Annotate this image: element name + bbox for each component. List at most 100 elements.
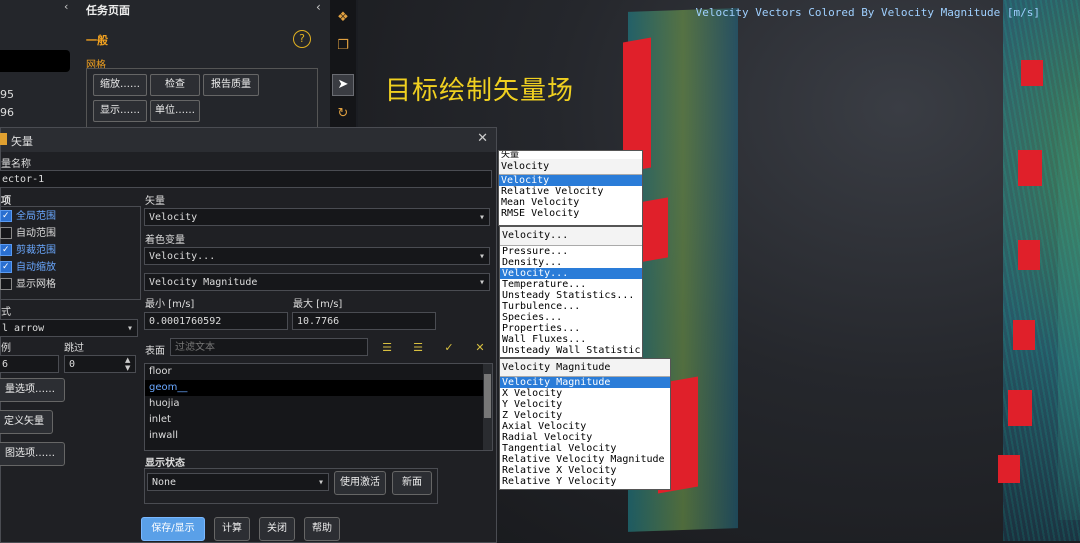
color_sub-option[interactable]: Y Velocity	[500, 399, 670, 410]
custom-vectors-button[interactable]: 定义矢量	[0, 410, 53, 434]
scale-label: 例	[1, 343, 11, 354]
red-vector-patch	[1018, 240, 1040, 270]
draw-mesh-checkbox[interactable]: 显示网格	[0, 277, 56, 293]
checkbox-icon	[0, 242, 12, 258]
vectors_of-option[interactable]: RMSE Velocity	[499, 208, 642, 219]
copy-icon[interactable]: ❐	[333, 36, 353, 56]
units-button[interactable]: 单位……	[150, 100, 200, 122]
help-button[interactable]: 帮助	[304, 517, 340, 541]
dropdown-current[interactable]: Velocity Magnitude	[500, 359, 670, 377]
display-button[interactable]: 显示……	[93, 100, 147, 122]
color_by-option[interactable]: Velocity...	[500, 268, 642, 279]
dialog-app-icon	[0, 133, 7, 145]
vectors_of-option[interactable]: Relative Velocity	[499, 186, 642, 197]
vectors-of-label: 矢量	[145, 196, 165, 207]
select-group-icon[interactable]: ☰	[410, 340, 426, 356]
compute-button[interactable]: 计算	[214, 517, 250, 541]
surface-item-floor[interactable]: floor	[145, 364, 492, 380]
scale-button[interactable]: 缩放……	[93, 74, 147, 96]
new-surface-button[interactable]: 新面	[392, 471, 432, 495]
use-active-button[interactable]: 使用激活	[334, 471, 386, 495]
color_sub-option[interactable]: X Velocity	[500, 388, 670, 399]
outline-panel: ‹ 95 96	[0, 0, 79, 130]
color_by-option[interactable]: Density...	[500, 257, 642, 268]
color_sub-option[interactable]: Relative Y Velocity	[500, 476, 670, 487]
vectors-of-select[interactable]: Velocity	[144, 208, 490, 227]
vectors-dialog: 矢量 ✕ 量名称 ector-1 项 全局范围 自动范围 剪裁范围 自动缩放 显…	[0, 127, 497, 543]
color_sub-option[interactable]: Tangential Velocity	[500, 443, 670, 454]
red-vector-patch	[1013, 320, 1035, 350]
outline-value: 95	[0, 88, 14, 101]
select-all-icon[interactable]: ☰	[379, 340, 395, 356]
spin-arrows-icon[interactable]: ▲ ▼	[125, 356, 130, 372]
vector-field-render-highlight	[1058, 40, 1080, 520]
surface-item-inlet[interactable]: inlet	[145, 412, 492, 428]
close-button[interactable]: 关闭	[259, 517, 295, 541]
color_by-option[interactable]: Unsteady Statistics...	[500, 290, 642, 301]
display-state-select[interactable]: None	[147, 473, 329, 492]
dropdown-current[interactable]: Velocity...	[500, 227, 642, 246]
dropdown-current[interactable]: Velocity	[499, 159, 642, 175]
save-display-button[interactable]: 保存/显示	[141, 517, 205, 541]
style-select[interactable]: l arrow	[0, 319, 138, 338]
collapse-icon[interactable]: ‹	[316, 0, 321, 14]
min-field[interactable]: 0.0001760592	[144, 312, 288, 330]
auto-range-checkbox[interactable]: 自动范围	[0, 226, 56, 242]
color-by-label: 着色变量	[145, 235, 185, 246]
clip-range-checkbox[interactable]: 剪裁范围	[0, 242, 56, 259]
color_sub-option[interactable]: Z Velocity	[500, 410, 670, 421]
red-vector-patch	[1018, 150, 1042, 186]
color_by-option[interactable]: Properties...	[500, 323, 642, 334]
pointer-icon[interactable]: ➤	[332, 74, 354, 96]
surface-item-huojia[interactable]: huojia	[145, 396, 492, 412]
color-by-sub-select[interactable]: Velocity Magnitude	[144, 273, 490, 292]
general-heading: 一般	[86, 34, 108, 47]
help-icon[interactable]: ?	[293, 30, 311, 48]
min-label: 最小 [m/s]	[145, 299, 195, 310]
collapse-icon[interactable]: ‹	[64, 0, 68, 13]
check-button[interactable]: 检查	[150, 74, 200, 96]
color_by-option[interactable]: Temperature...	[500, 279, 642, 290]
color_sub-option[interactable]: Relative X Velocity	[500, 465, 670, 476]
checkbox-label: 全局范围	[16, 211, 56, 222]
rotate-icon[interactable]: ↻	[333, 104, 353, 124]
global-range-checkbox[interactable]: 全局范围	[0, 208, 56, 225]
max-field[interactable]: 10.7766	[292, 312, 436, 330]
color_by-option[interactable]: Unsteady Wall Statistic	[500, 345, 642, 356]
color_by-option[interactable]: Pressure...	[500, 246, 642, 257]
outline-value: 96	[0, 106, 14, 119]
deselect-all-icon[interactable]: ✕	[472, 340, 488, 356]
auto-scale-checkbox[interactable]: 自动缩放	[0, 259, 56, 276]
surface-item-inwall[interactable]: inwall	[145, 428, 492, 444]
color-by-select[interactable]: Velocity...	[144, 247, 490, 266]
mesh-display-icon[interactable]: ❖	[333, 8, 353, 28]
close-icon[interactable]: ✕	[477, 131, 488, 146]
outline-selected-row[interactable]	[0, 50, 70, 72]
color_sub-option[interactable]: Axial Velocity	[500, 421, 670, 432]
color_sub-option[interactable]: Velocity Magnitude	[500, 377, 670, 388]
color_by-option[interactable]: Species...	[500, 312, 642, 323]
display-state-label: 显示状态	[145, 458, 185, 469]
red-vector-patch	[1021, 60, 1043, 86]
surface-filter-input[interactable]: 过滤文本	[170, 338, 368, 356]
scrollbar-thumb[interactable]	[484, 374, 491, 418]
viewport-toolbar: ❖ ❐ ➤ ↻	[330, 0, 356, 130]
color_sub-option[interactable]: Relative Velocity Magnitude	[500, 454, 670, 465]
max-label: 最大 [m/s]	[293, 299, 343, 310]
dialog-titlebar[interactable]: 矢量 ✕	[0, 128, 496, 152]
vectors_of-option[interactable]: Velocity	[499, 175, 642, 186]
list-scrollbar[interactable]	[483, 364, 492, 450]
colormap-options-button[interactable]: 图选项……	[0, 442, 65, 466]
surface-item-geom[interactable]: geom__	[145, 380, 492, 396]
color_sub-option[interactable]: Radial Velocity	[500, 432, 670, 443]
vector-name-field[interactable]: ector-1	[0, 170, 492, 188]
color_by-option[interactable]: Wall Fluxes...	[500, 334, 642, 345]
task-page-panel: 任务页面 ‹ 一般 ? 网格 缩放…… 检查 报告质量 显示…… 单位……	[78, 0, 330, 130]
surfaces-label: 表面	[145, 346, 165, 357]
scale-field[interactable]: 6	[0, 355, 59, 373]
select-check-icon[interactable]: ✓	[441, 340, 457, 356]
vectors_of-option[interactable]: Mean Velocity	[499, 197, 642, 208]
vector-options-button[interactable]: 量选项……	[0, 378, 65, 402]
color_by-option[interactable]: Turbulence...	[500, 301, 642, 312]
report-quality-button[interactable]: 报告质量	[203, 74, 259, 96]
